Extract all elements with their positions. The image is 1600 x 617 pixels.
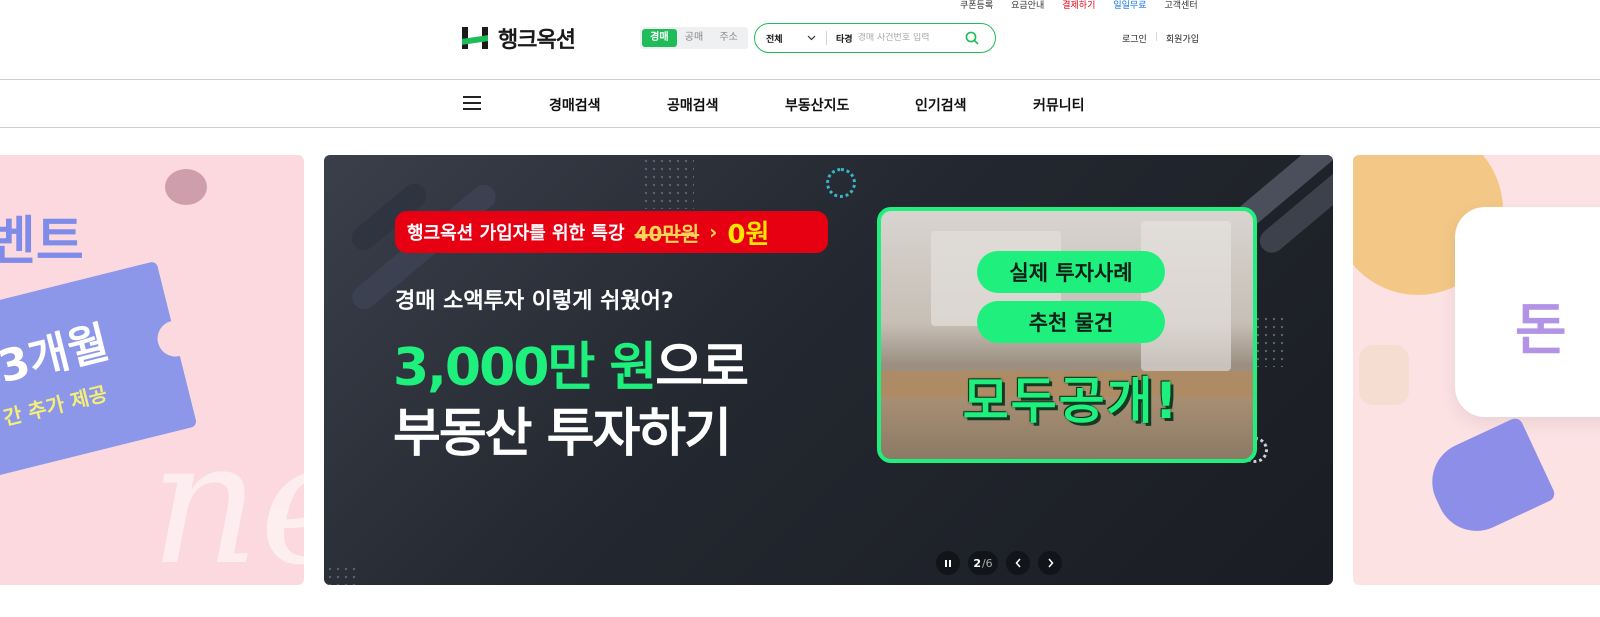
- carousel-slide-prev[interactable]: ne 벤트 3개월 간 추가 제공: [0, 155, 304, 585]
- chevron-right-icon[interactable]: [1038, 551, 1062, 575]
- banner-headline-line2: 부동산 투자하기: [393, 404, 732, 464]
- decor-blob: [165, 169, 207, 205]
- tab-public-auction[interactable]: 공매: [677, 29, 712, 47]
- nav-real-estate-map[interactable]: 부동산지도: [785, 95, 849, 115]
- badge-recommended: 추천 물건: [977, 301, 1165, 343]
- promo-label: 행크옥션 가입자를 위한 특강: [407, 223, 625, 244]
- decor-dot-grid: [642, 157, 694, 209]
- tab-address[interactable]: 주소: [711, 29, 746, 47]
- daily-free-link[interactable]: 일일무료: [1113, 0, 1146, 12]
- site-header: 쿠폰등록 요금안내 결제하기 일일무료 고객센터 행크옥션 경매 공매 주소 전…: [0, 0, 1600, 80]
- logo-h-icon: [460, 25, 490, 51]
- search-scope-select[interactable]: 전체: [755, 31, 827, 45]
- banner-subtitle: 경매 소액투자 이렇게 쉬웠어?: [395, 289, 674, 314]
- main-nav: 경매검색 공매검색 부동산지도 인기검색 커뮤니티: [0, 81, 1600, 128]
- signup-link[interactable]: 회원가입: [1166, 32, 1199, 45]
- badge-real-cases: 실제 투자사례: [977, 251, 1165, 293]
- promo-banner-pill: 행크옥션 가입자를 위한 특강 40만원 › 0원: [395, 211, 828, 253]
- search-mode-tabs: 경매 공매 주소: [640, 27, 748, 49]
- search-icon[interactable]: [965, 31, 979, 45]
- utility-links: 쿠폰등록 요금안내 결제하기 일일무료 고객센터: [960, 0, 1198, 12]
- decor-script-text: ne: [150, 405, 304, 585]
- case-type-label: 타경: [836, 34, 853, 45]
- tab-auction[interactable]: 경매: [642, 29, 677, 47]
- prev-slide-title: 벤트: [0, 212, 84, 272]
- chevron-down-icon: [807, 35, 816, 41]
- chevron-left-icon[interactable]: [1006, 551, 1030, 575]
- nav-community[interactable]: 커뮤니티: [1033, 95, 1085, 115]
- headline-rest: 으로: [655, 338, 749, 398]
- promo-old-price: 40만원: [634, 221, 700, 246]
- search-scope-value: 전체: [766, 34, 783, 45]
- carousel-slide-active[interactable]: 행크옥션 가입자를 위한 특강 40만원 › 0원 경매 소액투자 이렇게 쉬웠…: [324, 155, 1333, 585]
- slide-current: 2: [973, 556, 981, 570]
- divider: |: [1154, 32, 1158, 42]
- coupon-link[interactable]: 쿠폰등록: [960, 0, 993, 12]
- search-bar: 전체 타경: [754, 23, 996, 53]
- headline-highlight: 3,000만 원: [393, 338, 657, 398]
- carousel-slide-next[interactable]: 돈: [1353, 155, 1600, 585]
- search-input[interactable]: [857, 33, 958, 43]
- logo-text: 행크옥션: [498, 28, 576, 53]
- nav-public-auction-search[interactable]: 공매검색: [667, 95, 719, 115]
- banner-headline: 3,000만 원으로: [393, 325, 749, 400]
- pause-icon[interactable]: [936, 551, 960, 575]
- slide-counter: 2/6: [968, 551, 998, 575]
- nav-auction-search[interactable]: 경매검색: [549, 95, 601, 115]
- nav-popular-search[interactable]: 인기검색: [915, 95, 967, 115]
- decor-ring: [826, 168, 856, 198]
- decor-dot-grid: [1254, 315, 1286, 367]
- customer-center-link[interactable]: 고객센터: [1165, 0, 1198, 12]
- hamburger-icon[interactable]: [463, 96, 481, 110]
- promo-new-price: 0원: [727, 219, 770, 250]
- auth-links: 로그인 | 회원가입: [1122, 32, 1199, 45]
- thumbs-up-icon: [1359, 345, 1409, 405]
- kitchen-photo: 실제 투자사례 추천 물건 모두공개!: [877, 207, 1257, 463]
- banner-reveal-text: 모두공개!: [962, 372, 1180, 430]
- site-logo[interactable]: 행크옥션: [460, 22, 576, 54]
- arrow-right-icon: ›: [709, 220, 718, 244]
- login-link[interactable]: 로그인: [1122, 32, 1147, 45]
- pricing-link[interactable]: 요금안내: [1011, 0, 1044, 12]
- megaphone-icon: [1419, 415, 1557, 545]
- slide-total: /6: [981, 556, 993, 570]
- carousel-controls: 2/6: [936, 551, 1062, 575]
- speech-bubble: 돈: [1455, 207, 1600, 417]
- next-slide-title: 돈: [1515, 298, 1567, 363]
- decor-dot-grid: [326, 565, 358, 585]
- payment-link[interactable]: 결제하기: [1062, 0, 1095, 12]
